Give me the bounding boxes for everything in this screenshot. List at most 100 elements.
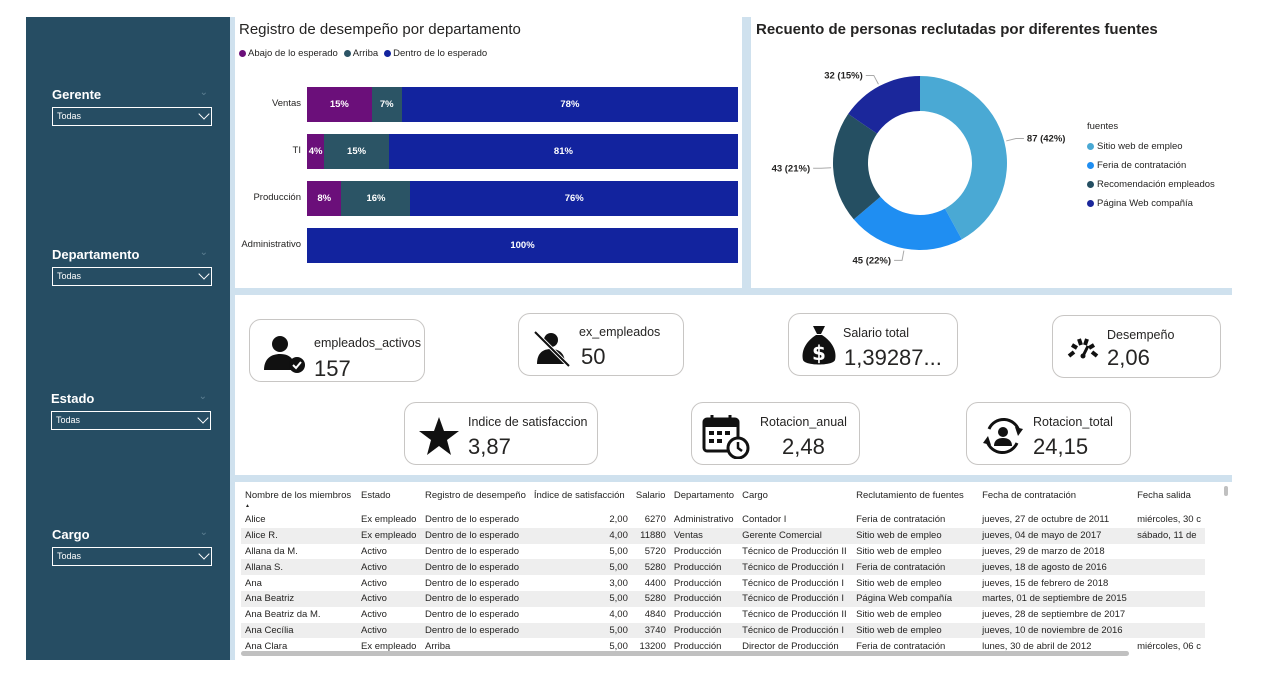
table-row[interactable]: Allana S. Activo Dentro de lo esperado 5,00… — [241, 559, 1205, 576]
chevron-down-icon — [198, 108, 210, 120]
legend-title: fuentes — [1087, 121, 1119, 132]
legend-item[interactable]: Arriba — [343, 48, 379, 59]
table-row[interactable]: Allana da M. Activo Dentro de lo esperado 5… — [241, 544, 1205, 560]
data-label: 81% — [553, 146, 573, 157]
chevron-down-icon[interactable]: ⌄ — [200, 247, 208, 258]
legend-marker — [1087, 162, 1094, 169]
gerente-dropdown[interactable]: Todas — [52, 107, 212, 126]
table-cell: jueves, 27 de octubre de 2011 — [982, 514, 1110, 526]
table-row[interactable]: Ana Beatriz da M. Activo Dentro de lo espe… — [241, 607, 1205, 623]
performance-chart-panel[interactable]: Registro de desempeño por departamento A… — [235, 17, 742, 288]
bar-segment[interactable]: 78% — [401, 87, 738, 122]
slicer-label: Estado — [51, 391, 95, 406]
data-label: 15% — [347, 146, 367, 157]
column-header[interactable]: Departamento — [670, 488, 738, 512]
legend-item[interactable]: Recomendación empleados — [1087, 175, 1215, 194]
table-cell: 5,00 — [529, 559, 632, 576]
leader-line — [894, 250, 905, 261]
kpi-label: Desempeño — [1107, 328, 1175, 342]
money-bag-icon: $ — [802, 326, 836, 365]
chevron-down-icon — [198, 548, 210, 560]
chevron-down-icon[interactable]: ⌄ — [200, 87, 208, 98]
departamento-dropdown[interactable]: Todas — [52, 267, 212, 286]
table-row[interactable]: Alice Ex empleado Dentro de lo esperado 2,0… — [241, 512, 1205, 528]
column-header[interactable]: Fecha salida — [1133, 488, 1205, 512]
kpi-card-rotacion-total[interactable]: Rotacion_total 24,15 — [966, 402, 1131, 465]
bar-row: 8% 16% 76% — [307, 181, 738, 216]
table-row[interactable]: Ana Beatriz Activo Dentro de lo esperado 5,… — [241, 590, 1205, 607]
kpi-card-satisfaccion[interactable]: Indice de satisfaccion 3,87 — [404, 402, 598, 465]
column-header[interactable]: Estado — [357, 488, 421, 512]
slicer-estado: Estado ⌄ Todas — [51, 391, 211, 430]
bar-segment[interactable]: 7% — [371, 87, 402, 122]
horizontal-scrollbar[interactable] — [241, 651, 1129, 656]
bar-segment[interactable]: 100% — [307, 228, 738, 263]
legend-label: Abajo de lo esperado — [248, 48, 338, 59]
table-cell — [1133, 575, 1205, 591]
chevron-down-icon[interactable]: ⌄ — [199, 391, 207, 402]
cargo-dropdown[interactable]: Todas — [52, 547, 212, 566]
chart-title: Registro de desempeño por departamento — [239, 21, 521, 38]
bar-segment[interactable]: 81% — [388, 134, 738, 169]
star-icon — [419, 417, 459, 455]
column-header[interactable]: Salario — [632, 488, 670, 512]
legend-item[interactable]: Dentro de lo esperado — [384, 48, 487, 59]
bar-segment[interactable]: 8% — [307, 181, 342, 216]
table-cell: miércoles, 30 c — [1137, 514, 1201, 526]
bar-segment[interactable]: 76% — [410, 181, 738, 216]
kpi-card-desempeno[interactable]: Desempeño 2,06 — [1052, 315, 1221, 378]
table-cell: Técnico de Producción II — [742, 545, 847, 557]
table-cell: Producción — [673, 577, 722, 589]
chevron-down-icon[interactable]: ⌄ — [200, 527, 208, 538]
column-header[interactable]: Reclutamiento de fuentes — [852, 488, 978, 512]
kpi-label: Indice de satisfaccion — [468, 415, 588, 429]
recruitment-chart-panel[interactable]: Recuento de personas reclutadas por dife… — [751, 17, 1232, 288]
table-cell: Activo — [357, 590, 421, 607]
table-cell: Dentro de lo esperado — [425, 545, 520, 557]
table-row[interactable]: Ana Activo Dentro de lo esperado 3,00 4400 Pr… — [241, 575, 1205, 591]
bar-segment[interactable]: 16% — [341, 181, 411, 216]
table-cell — [1133, 607, 1205, 623]
table-cell: 4,00 — [529, 527, 632, 544]
kpi-card-empleados-activos[interactable]: empleados_activos 157 — [249, 319, 425, 382]
category-label: TI — [292, 145, 301, 156]
column-header[interactable]: Cargo — [738, 488, 852, 512]
legend-item[interactable]: Feria de contratación — [1087, 156, 1215, 175]
kpi-label: Rotacion_total — [1033, 415, 1113, 429]
chevron-down-icon — [197, 412, 209, 424]
table-cell: Ana — [245, 577, 262, 589]
column-header[interactable]: Nombre de los miembros ▲ — [241, 488, 357, 512]
table-cell: Ana Cecília — [241, 622, 357, 639]
column-header[interactable]: Fecha de contratación — [978, 488, 1133, 512]
table-row[interactable]: Alice R. Ex empleado Dentro de lo esperado… — [241, 527, 1205, 544]
data-label: 32 (15%) — [824, 70, 863, 81]
column-header[interactable]: Índice de satisfacción — [530, 488, 632, 512]
table-cell: Allana S. — [241, 559, 357, 576]
table-cell: Ex empleado — [357, 527, 421, 544]
kpi-label: empleados_activos — [314, 336, 422, 350]
bar-row: 100% — [307, 228, 738, 263]
table-cell: Técnico de Producción I — [738, 622, 853, 639]
legend-item[interactable]: Página Web compañía — [1087, 194, 1215, 213]
table-cell: Sitio web de empleo — [856, 609, 942, 621]
kpi-card-ex-empleados[interactable]: ex_empleados 50 — [518, 313, 684, 376]
legend-item[interactable]: Sitio web de empleo — [1087, 137, 1215, 156]
kpi-card-salario-total[interactable]: $ Salario total 1,39287... — [788, 313, 958, 376]
table-cell: Allana da M. — [245, 545, 298, 557]
data-label: 8% — [317, 193, 332, 204]
estado-dropdown[interactable]: Todas — [51, 411, 211, 430]
bar-segment[interactable]: 15% — [324, 134, 389, 169]
data-label: 45 (22%) — [853, 255, 892, 266]
vertical-scrollbar[interactable] — [1224, 486, 1228, 496]
column-header[interactable]: Registro de desempeño — [421, 488, 530, 512]
table-cell: Técnico de Producción I — [738, 559, 853, 576]
dropdown-value: Todas — [57, 551, 82, 561]
bar-segment[interactable]: 4% — [307, 134, 325, 169]
legend-label: Arriba — [352, 48, 379, 59]
bar-segment[interactable]: 15% — [307, 87, 372, 122]
table-cell: jueves, 04 de mayo de 2017 — [978, 527, 1134, 544]
legend-item[interactable]: Abajo de lo esperado — [239, 48, 338, 59]
table-row[interactable]: Ana Cecília Activo Dentro de lo esperado 5,… — [241, 622, 1205, 639]
legend-label: Sitio web de empleo — [1097, 141, 1183, 152]
kpi-card-rotacion-anual[interactable]: Rotacion_anual 2,48 — [691, 402, 860, 465]
